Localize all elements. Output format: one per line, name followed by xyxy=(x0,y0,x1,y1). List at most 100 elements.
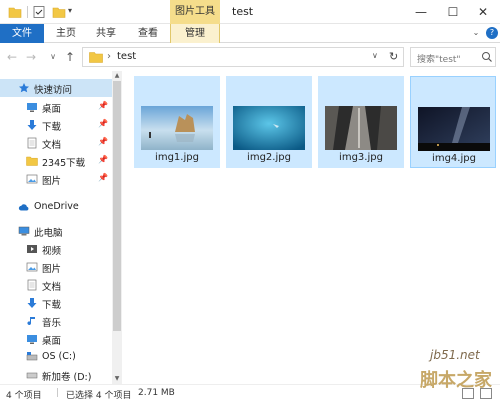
image-thumbnail xyxy=(233,106,305,150)
desktop-icon xyxy=(27,335,37,344)
selected-count: 已选择 4 个项目 xyxy=(66,391,132,401)
drive-icon xyxy=(26,372,38,379)
sidebar-item-videos[interactable]: 视频 xyxy=(0,240,112,258)
ribbon-tabs: 文件 主页 共享 查看 管理 ⌄ ? xyxy=(0,24,500,43)
breadcrumb[interactable]: test xyxy=(117,51,136,62)
pin-icon[interactable]: 📌 xyxy=(98,101,108,110)
watermark-logo: 脚本之家 xyxy=(420,370,492,391)
sidebar-item-label: 2345下载 xyxy=(42,158,86,169)
title-bar: ▾ 图片工具 test — ☐ ✕ xyxy=(0,0,500,24)
star-icon xyxy=(19,83,29,93)
sidebar-item-label: 音乐 xyxy=(42,318,62,329)
scroll-down-icon[interactable]: ▼ xyxy=(112,374,122,384)
video-icon xyxy=(27,245,37,253)
file-item-img4[interactable]: img4.jpg xyxy=(410,76,496,168)
minimize-button[interactable]: — xyxy=(408,2,434,22)
recent-locations-icon[interactable]: ∨ xyxy=(46,50,60,64)
contextual-tab-group-label: 图片工具 xyxy=(170,0,220,24)
sidebar-item-pc-pictures[interactable]: 图片 xyxy=(0,258,112,276)
properties-icon[interactable] xyxy=(32,5,46,19)
tab-file[interactable]: 文件 xyxy=(0,24,44,43)
watermark-url: jb51.net xyxy=(430,348,480,362)
image-thumbnail xyxy=(141,106,213,150)
nav-scrollbar[interactable]: ▲ ▼ xyxy=(112,71,122,384)
sidebar-item-pc-downloads[interactable]: 下载 xyxy=(0,294,112,312)
tab-view[interactable]: 查看 xyxy=(130,24,166,43)
file-name: img3.jpg xyxy=(339,152,383,163)
sidebar-item-pc-documents[interactable]: 文档 xyxy=(0,276,112,294)
file-name: img1.jpg xyxy=(155,152,199,163)
search-icon[interactable] xyxy=(481,51,493,63)
sidebar-item-label: OneDrive xyxy=(34,201,79,212)
document-icon xyxy=(27,279,37,291)
pin-icon[interactable]: 📌 xyxy=(98,119,108,128)
sidebar-item-downloads[interactable]: 下载 📌 xyxy=(0,116,112,134)
divider xyxy=(27,6,28,18)
scrollbar-thumb[interactable] xyxy=(113,81,121,331)
close-button[interactable]: ✕ xyxy=(470,2,496,22)
sidebar-item-this-pc[interactable]: 此电脑 xyxy=(0,222,112,240)
selected-size: 2.71 MB xyxy=(138,388,175,398)
sidebar-item-pictures[interactable]: 图片 📌 xyxy=(0,170,112,188)
document-icon xyxy=(27,137,37,149)
file-item-img3[interactable]: img3.jpg xyxy=(318,76,404,168)
sidebar-item-drive-c[interactable]: OS (C:) xyxy=(0,348,112,366)
sidebar-item-label: 新加卷 (D:) xyxy=(42,372,92,383)
sidebar-item-label: 文档 xyxy=(42,282,62,293)
maximize-button[interactable]: ☐ xyxy=(440,2,466,22)
music-icon xyxy=(27,317,35,326)
help-icon[interactable]: ? xyxy=(486,27,498,39)
pin-icon[interactable]: 📌 xyxy=(98,155,108,164)
image-thumbnail xyxy=(418,107,490,151)
tab-share[interactable]: 共享 xyxy=(88,24,124,43)
download-icon xyxy=(27,298,37,308)
search-input[interactable]: 搜索"test" xyxy=(410,47,496,67)
sidebar-item-label: 文档 xyxy=(42,140,62,151)
scroll-up-icon[interactable]: ▲ xyxy=(112,71,122,81)
sidebar-item-documents[interactable]: 文档 📌 xyxy=(0,134,112,152)
sidebar-item-music[interactable]: 音乐 xyxy=(0,312,112,330)
sidebar-item-label: 桌面 xyxy=(42,336,62,347)
sidebar-item-drive-d[interactable]: 新加卷 (D:) xyxy=(0,366,112,384)
image-thumbnail xyxy=(325,106,397,150)
pin-icon[interactable]: 📌 xyxy=(98,137,108,146)
item-count: 4 个项目 xyxy=(6,391,42,401)
tab-home[interactable]: 主页 xyxy=(48,24,84,43)
window-title: test xyxy=(232,5,254,18)
folder-icon xyxy=(26,156,38,166)
sidebar-item-2345-downloads[interactable]: 2345下载 📌 xyxy=(0,152,112,170)
drive-icon xyxy=(26,352,38,361)
address-bar[interactable]: › test ∨ ↻ xyxy=(82,47,404,67)
up-arrow-icon[interactable]: ↑ xyxy=(63,50,77,64)
search-placeholder: 搜索"test" xyxy=(417,55,461,65)
back-arrow-icon[interactable]: ← xyxy=(5,50,19,64)
file-item-img2[interactable]: img2.jpg xyxy=(226,76,312,168)
computer-icon xyxy=(18,226,30,236)
expand-ribbon-icon[interactable]: ⌄ xyxy=(470,28,482,40)
picture-icon xyxy=(26,262,38,272)
customize-quick-access-icon[interactable]: ▾ xyxy=(68,6,78,20)
sidebar-item-label: 下载 xyxy=(42,122,62,133)
forward-arrow-icon[interactable]: → xyxy=(24,50,38,64)
download-icon xyxy=(27,120,37,130)
file-item-img1[interactable]: img1.jpg xyxy=(134,76,220,168)
address-row: ← → ∨ ↑ › test ∨ ↻ 搜索"test" xyxy=(0,43,500,71)
sidebar-item-label: 此电脑 xyxy=(34,228,63,239)
sidebar-item-label: 快速访问 xyxy=(34,85,73,96)
sidebar-item-onedrive[interactable]: OneDrive xyxy=(0,198,112,216)
new-folder-icon[interactable] xyxy=(52,5,66,19)
chevron-down-icon[interactable]: ∨ xyxy=(372,51,378,60)
refresh-icon[interactable]: ↻ xyxy=(389,50,398,63)
file-name: img2.jpg xyxy=(247,152,291,163)
chevron-right-icon[interactable]: › xyxy=(107,51,111,62)
sidebar-item-label: 下载 xyxy=(42,300,62,311)
folder-icon[interactable] xyxy=(8,5,22,19)
sidebar-item-pc-desktop[interactable]: 桌面 xyxy=(0,330,112,348)
file-list: img1.jpg img2.jpg img3.jpg img4.jpg xyxy=(124,71,500,384)
tab-manage[interactable]: 管理 xyxy=(170,24,220,43)
sidebar-item-desktop[interactable]: 桌面 📌 xyxy=(0,98,112,116)
cloud-icon xyxy=(18,204,29,211)
sidebar-item-label: 视频 xyxy=(42,246,62,257)
pin-icon[interactable]: 📌 xyxy=(98,173,108,182)
sidebar-item-quick-access[interactable]: 快速访问 xyxy=(0,79,112,97)
